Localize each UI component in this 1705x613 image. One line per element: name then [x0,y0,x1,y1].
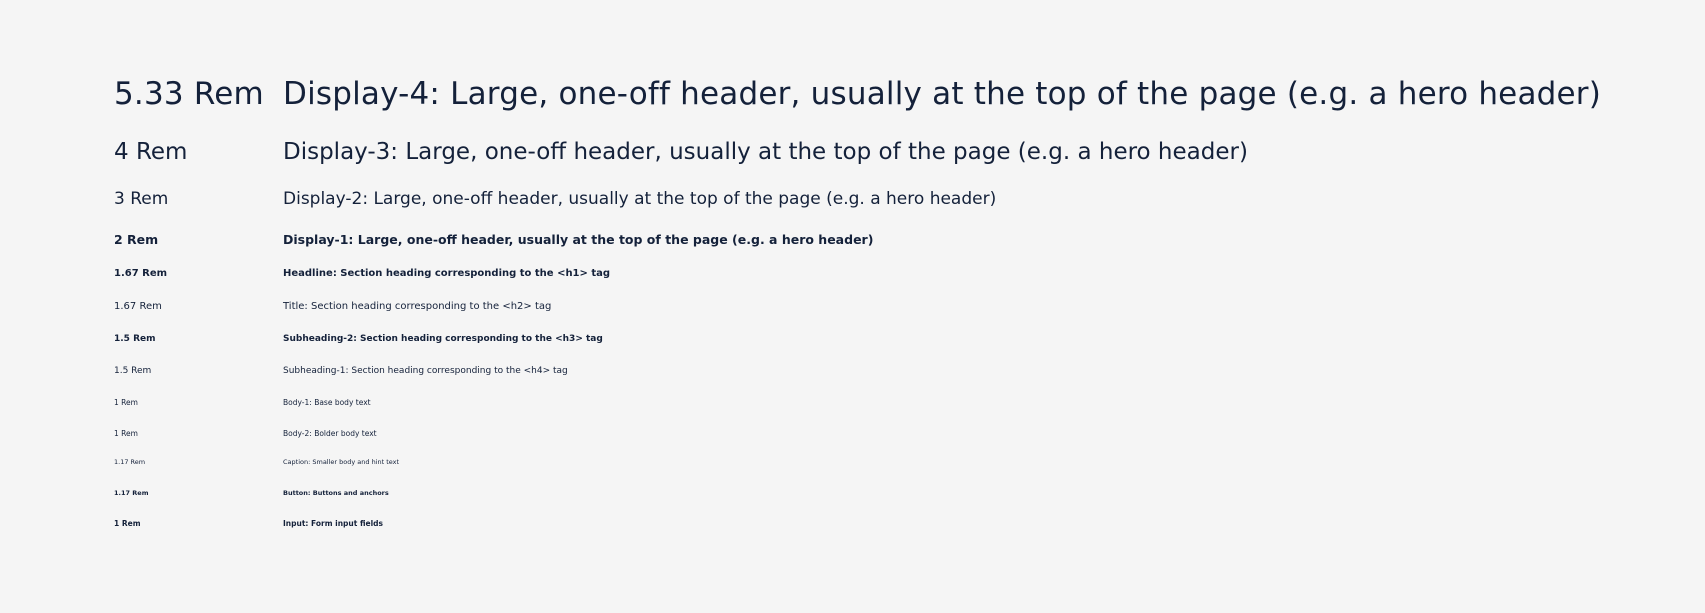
size-label: 1 Rem [114,518,141,528]
type-row-caption: 1.17 Rem Caption: Smaller body and hint … [114,456,1674,468]
sample-text-headline: Headline: Section heading corresponding … [283,267,611,279]
type-row-headline: 1.67 Rem Headline: Section heading corre… [114,265,1674,281]
size-label: 1 Rem [114,428,138,438]
sample-text-display-4: Display-4: Large, one-off header, usuall… [283,76,1602,112]
size-label: 1.67 Rem [114,267,168,279]
sample-text-subheading-2: Subheading-2: Section heading correspond… [283,334,603,344]
size-label: 1.67 Rem [114,300,162,312]
size-label: 2 Rem [114,231,159,247]
sample-text-display-1: Display-1: Large, one-off header, usuall… [283,231,874,247]
size-label: 5.33 Rem [114,76,264,112]
sample-text-input: Input: Form input fields [283,518,383,528]
size-label: 3 Rem [114,189,169,209]
size-label: 1.17 Rem [114,458,146,466]
sample-text-button: Button: Buttons and anchors [283,488,389,497]
sample-text-title: Title: Section heading corresponding to … [283,300,552,312]
type-row-body-1: 1 Rem Body-1: Base body text [114,395,1674,409]
size-label: 1.17 Rem [114,488,149,497]
size-label: 1.5 Rem [114,334,156,344]
type-row-title: 1.67 Rem Title: Section heading correspo… [114,298,1674,314]
sample-text-body-1: Body-1: Base body text [283,397,371,407]
sample-text-caption: Caption: Smaller body and hint text [283,458,400,466]
size-label: 1.5 Rem [114,366,152,376]
type-row-input: 1 Rem Input: Form input fields [114,516,1674,530]
type-row-button: 1.17 Rem Button: Buttons and anchors [114,486,1674,499]
sample-text-display-3: Display-3: Large, one-off header, usuall… [283,139,1248,165]
sample-text-subheading-1: Subheading-1: Section heading correspond… [283,366,568,376]
sample-text-display-2: Display-2: Large, one-off header, usuall… [283,189,997,209]
type-row-display-3: 4 Rem Display-3: Large, one-off header, … [114,136,1674,168]
size-label: 1 Rem [114,397,138,407]
type-row-display-4: 5.33 Rem Display-4: Large, one-off heade… [114,72,1674,116]
type-row-subheading-1: 1.5 Rem Subheading-1: Section heading co… [114,363,1674,379]
type-row-display-2: 3 Rem Display-2: Large, one-off header, … [114,187,1674,211]
size-label: 4 Rem [114,139,188,165]
type-row-body-2: 1 Rem Body-2: Bolder body text [114,426,1674,440]
type-row-display-1: 2 Rem Display-1: Large, one-off header, … [114,230,1674,248]
sample-text-body-2: Body-2: Bolder body text [283,428,377,438]
type-row-subheading-2: 1.5 Rem Subheading-2: Section heading co… [114,331,1674,347]
